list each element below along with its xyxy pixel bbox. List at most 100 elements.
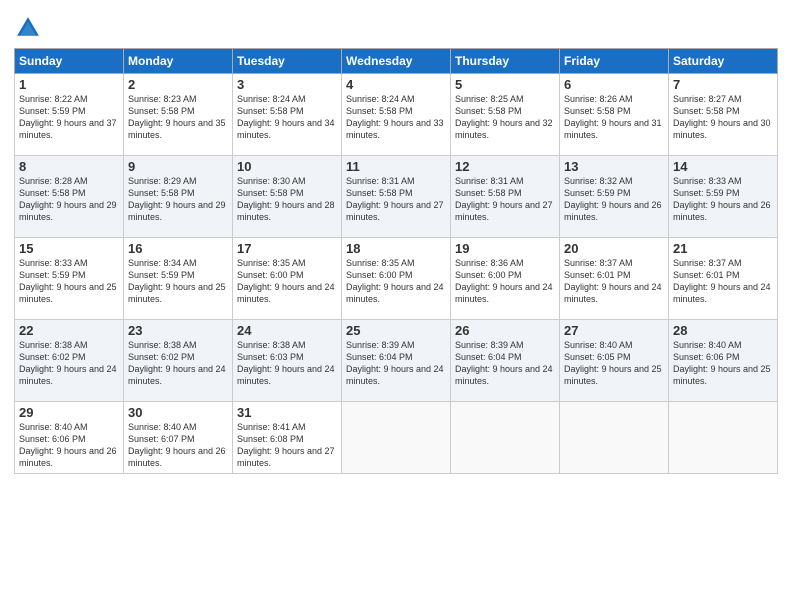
calendar-cell: 16Sunrise: 8:34 AMSunset: 5:59 PMDayligh… bbox=[124, 238, 233, 320]
cell-details: Sunrise: 8:30 AMSunset: 5:58 PMDaylight:… bbox=[237, 175, 337, 224]
cell-details: Sunrise: 8:27 AMSunset: 5:58 PMDaylight:… bbox=[673, 93, 773, 142]
day-number: 31 bbox=[237, 405, 337, 420]
calendar-cell: 22Sunrise: 8:38 AMSunset: 6:02 PMDayligh… bbox=[15, 320, 124, 402]
calendar-cell bbox=[451, 402, 560, 474]
day-number: 2 bbox=[128, 77, 228, 92]
cell-details: Sunrise: 8:35 AMSunset: 6:00 PMDaylight:… bbox=[346, 257, 446, 306]
col-header-sunday: Sunday bbox=[15, 49, 124, 74]
calendar-cell: 25Sunrise: 8:39 AMSunset: 6:04 PMDayligh… bbox=[342, 320, 451, 402]
logo bbox=[14, 14, 44, 42]
cell-details: Sunrise: 8:29 AMSunset: 5:58 PMDaylight:… bbox=[128, 175, 228, 224]
day-number: 24 bbox=[237, 323, 337, 338]
calendar-cell: 15Sunrise: 8:33 AMSunset: 5:59 PMDayligh… bbox=[15, 238, 124, 320]
calendar-cell: 21Sunrise: 8:37 AMSunset: 6:01 PMDayligh… bbox=[669, 238, 778, 320]
day-number: 19 bbox=[455, 241, 555, 256]
cell-details: Sunrise: 8:41 AMSunset: 6:08 PMDaylight:… bbox=[237, 421, 337, 470]
col-header-saturday: Saturday bbox=[669, 49, 778, 74]
day-number: 23 bbox=[128, 323, 228, 338]
cell-details: Sunrise: 8:38 AMSunset: 6:02 PMDaylight:… bbox=[128, 339, 228, 388]
calendar-cell bbox=[669, 402, 778, 474]
cell-details: Sunrise: 8:38 AMSunset: 6:03 PMDaylight:… bbox=[237, 339, 337, 388]
calendar-cell: 24Sunrise: 8:38 AMSunset: 6:03 PMDayligh… bbox=[233, 320, 342, 402]
day-number: 8 bbox=[19, 159, 119, 174]
day-number: 20 bbox=[564, 241, 664, 256]
cell-details: Sunrise: 8:36 AMSunset: 6:00 PMDaylight:… bbox=[455, 257, 555, 306]
calendar-cell: 14Sunrise: 8:33 AMSunset: 5:59 PMDayligh… bbox=[669, 156, 778, 238]
cell-details: Sunrise: 8:24 AMSunset: 5:58 PMDaylight:… bbox=[346, 93, 446, 142]
week-row-4: 22Sunrise: 8:38 AMSunset: 6:02 PMDayligh… bbox=[15, 320, 778, 402]
day-number: 14 bbox=[673, 159, 773, 174]
cell-details: Sunrise: 8:35 AMSunset: 6:00 PMDaylight:… bbox=[237, 257, 337, 306]
calendar-cell bbox=[560, 402, 669, 474]
col-header-thursday: Thursday bbox=[451, 49, 560, 74]
week-row-3: 15Sunrise: 8:33 AMSunset: 5:59 PMDayligh… bbox=[15, 238, 778, 320]
calendar-cell: 20Sunrise: 8:37 AMSunset: 6:01 PMDayligh… bbox=[560, 238, 669, 320]
day-number: 29 bbox=[19, 405, 119, 420]
cell-details: Sunrise: 8:23 AMSunset: 5:58 PMDaylight:… bbox=[128, 93, 228, 142]
cell-details: Sunrise: 8:37 AMSunset: 6:01 PMDaylight:… bbox=[673, 257, 773, 306]
calendar-cell: 13Sunrise: 8:32 AMSunset: 5:59 PMDayligh… bbox=[560, 156, 669, 238]
header-row: SundayMondayTuesdayWednesdayThursdayFrid… bbox=[15, 49, 778, 74]
calendar-cell: 27Sunrise: 8:40 AMSunset: 6:05 PMDayligh… bbox=[560, 320, 669, 402]
cell-details: Sunrise: 8:33 AMSunset: 5:59 PMDaylight:… bbox=[673, 175, 773, 224]
cell-details: Sunrise: 8:31 AMSunset: 5:58 PMDaylight:… bbox=[455, 175, 555, 224]
calendar-cell: 10Sunrise: 8:30 AMSunset: 5:58 PMDayligh… bbox=[233, 156, 342, 238]
day-number: 10 bbox=[237, 159, 337, 174]
calendar-cell: 18Sunrise: 8:35 AMSunset: 6:00 PMDayligh… bbox=[342, 238, 451, 320]
cell-details: Sunrise: 8:24 AMSunset: 5:58 PMDaylight:… bbox=[237, 93, 337, 142]
logo-icon bbox=[14, 14, 42, 42]
week-row-1: 1Sunrise: 8:22 AMSunset: 5:59 PMDaylight… bbox=[15, 74, 778, 156]
day-number: 11 bbox=[346, 159, 446, 174]
day-number: 22 bbox=[19, 323, 119, 338]
calendar-cell: 12Sunrise: 8:31 AMSunset: 5:58 PMDayligh… bbox=[451, 156, 560, 238]
cell-details: Sunrise: 8:32 AMSunset: 5:59 PMDaylight:… bbox=[564, 175, 664, 224]
cell-details: Sunrise: 8:39 AMSunset: 6:04 PMDaylight:… bbox=[346, 339, 446, 388]
cell-details: Sunrise: 8:38 AMSunset: 6:02 PMDaylight:… bbox=[19, 339, 119, 388]
calendar-cell: 2Sunrise: 8:23 AMSunset: 5:58 PMDaylight… bbox=[124, 74, 233, 156]
page: SundayMondayTuesdayWednesdayThursdayFrid… bbox=[0, 0, 792, 612]
calendar-cell: 31Sunrise: 8:41 AMSunset: 6:08 PMDayligh… bbox=[233, 402, 342, 474]
cell-details: Sunrise: 8:40 AMSunset: 6:06 PMDaylight:… bbox=[19, 421, 119, 470]
calendar-cell: 5Sunrise: 8:25 AMSunset: 5:58 PMDaylight… bbox=[451, 74, 560, 156]
calendar-cell bbox=[342, 402, 451, 474]
calendar-cell: 8Sunrise: 8:28 AMSunset: 5:58 PMDaylight… bbox=[15, 156, 124, 238]
calendar-cell: 3Sunrise: 8:24 AMSunset: 5:58 PMDaylight… bbox=[233, 74, 342, 156]
cell-details: Sunrise: 8:40 AMSunset: 6:07 PMDaylight:… bbox=[128, 421, 228, 470]
cell-details: Sunrise: 8:22 AMSunset: 5:59 PMDaylight:… bbox=[19, 93, 119, 142]
calendar-cell: 19Sunrise: 8:36 AMSunset: 6:00 PMDayligh… bbox=[451, 238, 560, 320]
day-number: 28 bbox=[673, 323, 773, 338]
cell-details: Sunrise: 8:28 AMSunset: 5:58 PMDaylight:… bbox=[19, 175, 119, 224]
calendar-cell: 1Sunrise: 8:22 AMSunset: 5:59 PMDaylight… bbox=[15, 74, 124, 156]
col-header-friday: Friday bbox=[560, 49, 669, 74]
day-number: 6 bbox=[564, 77, 664, 92]
calendar-cell: 30Sunrise: 8:40 AMSunset: 6:07 PMDayligh… bbox=[124, 402, 233, 474]
day-number: 15 bbox=[19, 241, 119, 256]
day-number: 27 bbox=[564, 323, 664, 338]
cell-details: Sunrise: 8:31 AMSunset: 5:58 PMDaylight:… bbox=[346, 175, 446, 224]
calendar-cell: 28Sunrise: 8:40 AMSunset: 6:06 PMDayligh… bbox=[669, 320, 778, 402]
calendar-cell: 26Sunrise: 8:39 AMSunset: 6:04 PMDayligh… bbox=[451, 320, 560, 402]
calendar-table: SundayMondayTuesdayWednesdayThursdayFrid… bbox=[14, 48, 778, 474]
calendar-cell: 6Sunrise: 8:26 AMSunset: 5:58 PMDaylight… bbox=[560, 74, 669, 156]
day-number: 13 bbox=[564, 159, 664, 174]
day-number: 26 bbox=[455, 323, 555, 338]
cell-details: Sunrise: 8:25 AMSunset: 5:58 PMDaylight:… bbox=[455, 93, 555, 142]
day-number: 16 bbox=[128, 241, 228, 256]
header bbox=[14, 10, 778, 42]
calendar-cell: 9Sunrise: 8:29 AMSunset: 5:58 PMDaylight… bbox=[124, 156, 233, 238]
col-header-tuesday: Tuesday bbox=[233, 49, 342, 74]
cell-details: Sunrise: 8:40 AMSunset: 6:06 PMDaylight:… bbox=[673, 339, 773, 388]
calendar-cell: 4Sunrise: 8:24 AMSunset: 5:58 PMDaylight… bbox=[342, 74, 451, 156]
day-number: 9 bbox=[128, 159, 228, 174]
day-number: 30 bbox=[128, 405, 228, 420]
week-row-2: 8Sunrise: 8:28 AMSunset: 5:58 PMDaylight… bbox=[15, 156, 778, 238]
calendar-cell: 17Sunrise: 8:35 AMSunset: 6:00 PMDayligh… bbox=[233, 238, 342, 320]
cell-details: Sunrise: 8:34 AMSunset: 5:59 PMDaylight:… bbox=[128, 257, 228, 306]
cell-details: Sunrise: 8:37 AMSunset: 6:01 PMDaylight:… bbox=[564, 257, 664, 306]
day-number: 25 bbox=[346, 323, 446, 338]
day-number: 1 bbox=[19, 77, 119, 92]
calendar-cell: 23Sunrise: 8:38 AMSunset: 6:02 PMDayligh… bbox=[124, 320, 233, 402]
cell-details: Sunrise: 8:39 AMSunset: 6:04 PMDaylight:… bbox=[455, 339, 555, 388]
day-number: 3 bbox=[237, 77, 337, 92]
week-row-5: 29Sunrise: 8:40 AMSunset: 6:06 PMDayligh… bbox=[15, 402, 778, 474]
